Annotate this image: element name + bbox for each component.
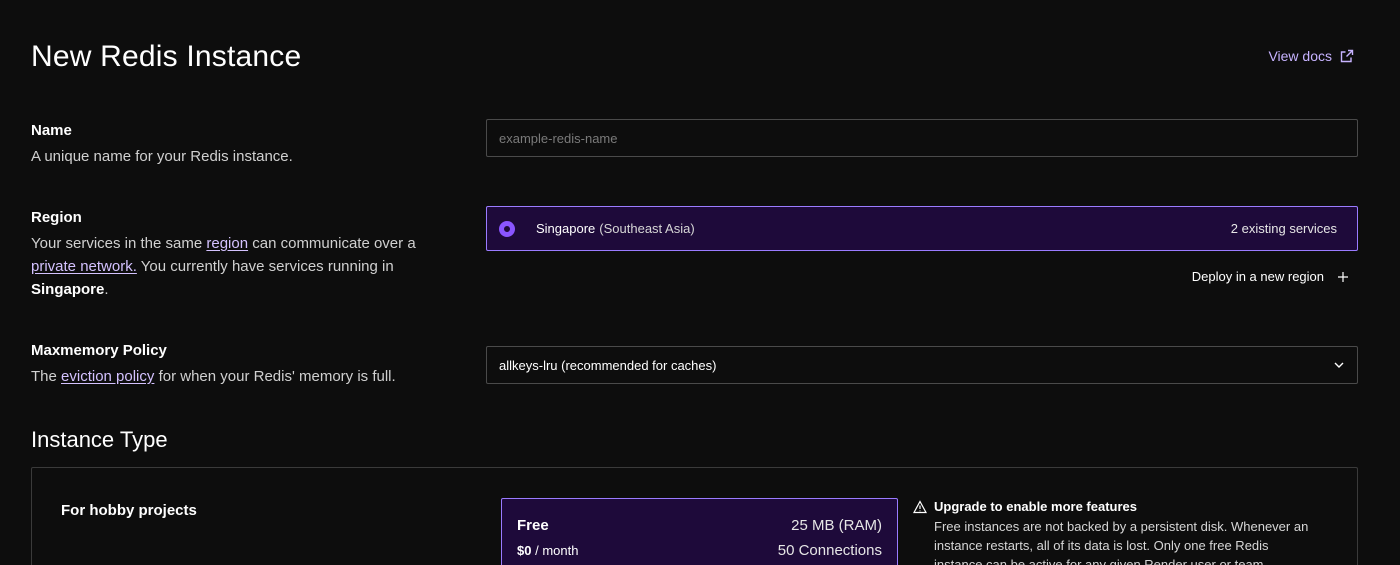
maxmemory-label: Maxmemory Policy (31, 342, 167, 359)
name-input[interactable] (499, 130, 1345, 146)
radio-selected-icon (499, 220, 515, 237)
region-option-subtitle: (Southeast Asia) (599, 221, 695, 236)
view-docs-link[interactable]: View docs (1268, 48, 1354, 64)
maxmemory-description: The eviction policy for when your Redis'… (31, 368, 396, 385)
plan-connections: 50 Connections (777, 542, 882, 559)
region-option-name: Singapore (536, 221, 596, 236)
upgrade-notice: Upgrade to enable more features Free ins… (913, 499, 1333, 565)
private-network-link[interactable]: private network. (31, 258, 137, 275)
page-title: New Redis Instance (31, 40, 302, 73)
plan-ram: 25 MB (RAM) (791, 517, 882, 534)
deploy-new-region-button[interactable]: Deploy in a new region (1192, 269, 1348, 284)
view-docs-label: View docs (1268, 48, 1332, 64)
plan-name: Free (517, 517, 549, 534)
eviction-policy-link[interactable]: eviction policy (61, 368, 154, 385)
deploy-new-region-label: Deploy in a new region (1191, 269, 1324, 284)
upgrade-title: Upgrade to enable more features (934, 499, 1137, 514)
name-label: Name (31, 122, 72, 139)
external-link-icon (1340, 49, 1354, 63)
instance-type-title: Instance Type (31, 427, 168, 452)
region-description: Your services in the same region can com… (31, 235, 416, 298)
chevron-down-icon (1334, 362, 1344, 368)
existing-services-count: 2 existing services (1230, 221, 1337, 236)
maxmemory-selected-value: allkeys-lru (recommended for caches) (499, 357, 717, 373)
region-label: Region (31, 209, 82, 226)
warning-icon (913, 499, 927, 513)
plus-icon (1338, 271, 1348, 282)
plan-card-free[interactable]: Free 25 MB (RAM) $0 / month 50 Connectio… (501, 498, 898, 565)
region-link[interactable]: region (206, 235, 248, 252)
name-description: A unique name for your Redis instance. (31, 148, 293, 165)
name-input-wrapper (486, 119, 1358, 157)
upgrade-body: Free instances are not backed by a persi… (934, 519, 1309, 565)
hobby-group-label: For hobby projects (61, 502, 197, 519)
plan-price: $0 / month (517, 543, 579, 558)
region-option-singapore[interactable]: Singapore (Southeast Asia) 2 existing se… (486, 206, 1358, 251)
maxmemory-select[interactable]: allkeys-lru (recommended for caches) (486, 346, 1358, 384)
